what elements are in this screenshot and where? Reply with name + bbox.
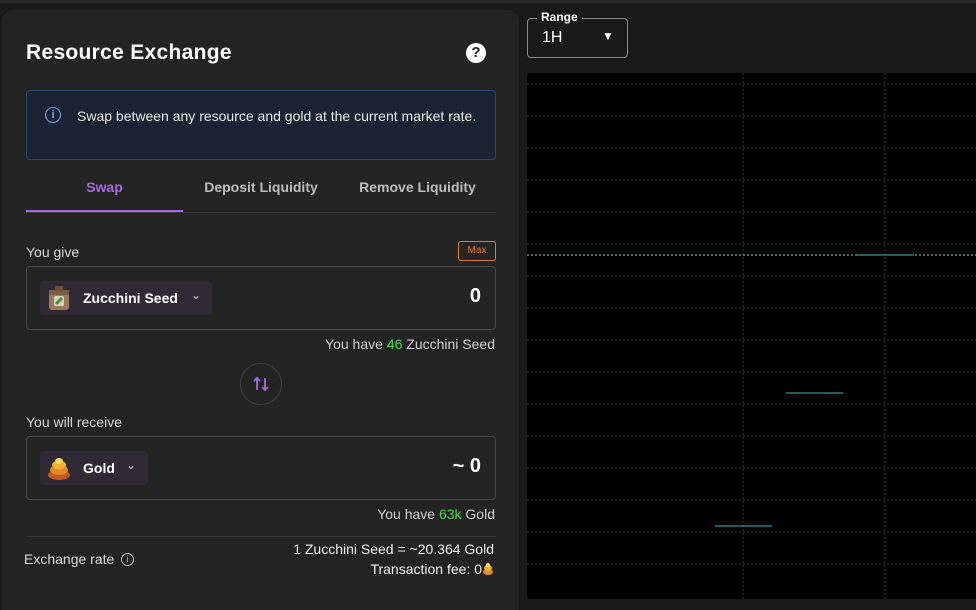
range-label: Range: [537, 10, 582, 24]
info-banner: i Swap between any resource and gold at …: [26, 90, 496, 160]
transaction-fee-label: Transaction fee: 0: [370, 561, 482, 577]
transaction-fee: Transaction fee: 0: [370, 561, 494, 577]
zucchini-seed-icon: [49, 286, 69, 310]
give-balance-value: 46: [386, 336, 403, 352]
resource-exchange-panel: Resource Exchange ? i Swap between any r…: [2, 10, 519, 610]
receive-balance-suffix: Gold: [465, 506, 495, 522]
receive-balance: You have 63k Gold: [377, 506, 495, 522]
exchange-rate-value: 1 Zucchini Seed = ~20.364 Gold: [293, 541, 494, 557]
give-resource-label: Zucchini Seed: [83, 290, 178, 306]
price-chart: [527, 73, 976, 599]
give-balance-prefix: You have: [325, 336, 383, 352]
give-amount-input[interactable]: 0: [470, 285, 481, 308]
receive-balance-value: 63k: [438, 506, 462, 522]
chevron-down-icon: ⌄: [191, 288, 202, 302]
dropdown-arrow-icon[interactable]: ▼: [602, 29, 614, 43]
range-value[interactable]: 1H: [542, 29, 562, 47]
price-chart-svg: [527, 73, 976, 599]
tab-swap[interactable]: Swap: [26, 179, 183, 195]
help-icon[interactable]: ?: [466, 43, 486, 63]
receive-field: Gold ⌄ ~ 0: [26, 436, 496, 500]
receive-resource-select[interactable]: Gold ⌄: [40, 451, 148, 485]
info-icon: i: [45, 107, 61, 123]
chevron-down-icon: ⌄: [126, 458, 137, 472]
info-text: Swap between any resource and gold at th…: [77, 108, 477, 124]
active-tab-indicator: [26, 210, 183, 212]
max-button[interactable]: Max: [458, 241, 496, 261]
give-field[interactable]: Zucchini Seed ⌄ 0: [26, 266, 496, 330]
top-border: [0, 0, 976, 3]
receive-resource-label: Gold: [83, 460, 115, 476]
exchange-tabs: Swap Deposit Liquidity Remove Liquidity: [26, 172, 496, 213]
you-receive-label: You will receive: [26, 414, 122, 430]
divider: [26, 536, 496, 537]
swap-direction-button[interactable]: [240, 363, 282, 405]
you-give-label: You give: [26, 244, 80, 260]
tab-remove-liquidity[interactable]: Remove Liquidity: [339, 179, 496, 195]
receive-amount: ~ 0: [452, 455, 481, 477]
gold-icon: [48, 458, 70, 480]
fee-coin-icon: [483, 563, 493, 575]
give-balance-suffix: Zucchini Seed: [406, 336, 495, 352]
info-icon[interactable]: i: [121, 553, 134, 566]
exchange-rate-label: Exchange rate: [24, 551, 115, 567]
receive-balance-prefix: You have: [377, 506, 436, 522]
tab-deposit-liquidity[interactable]: Deposit Liquidity: [183, 179, 339, 195]
give-balance: You have 46 Zucchini Seed: [325, 336, 495, 352]
swap-arrows-icon: [253, 376, 269, 392]
page-title: Resource Exchange: [26, 41, 232, 64]
give-resource-select[interactable]: Zucchini Seed ⌄: [40, 281, 212, 315]
